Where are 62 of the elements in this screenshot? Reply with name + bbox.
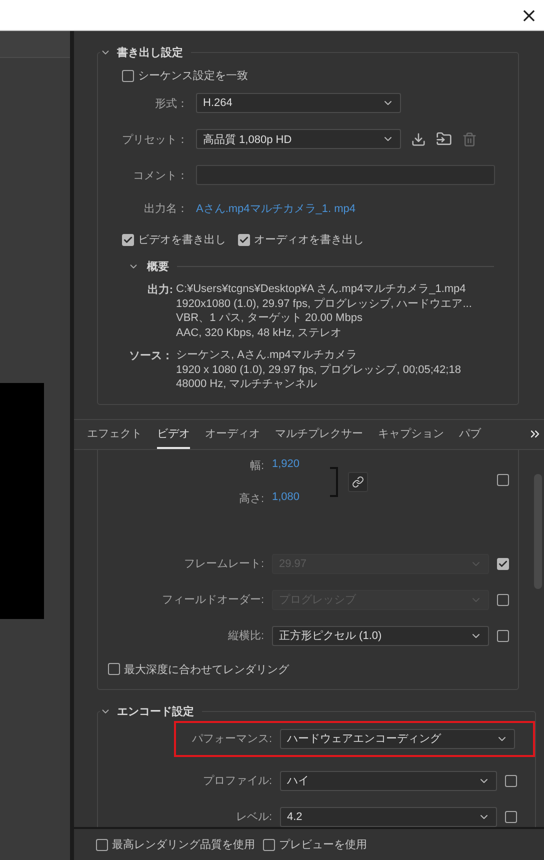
field-label: 高さ: [238,492,264,506]
checkbox[interactable] [505,810,517,822]
summary-text: C:¥Users¥tcgns¥Desktop¥A さん.mp4マルチカメラ_1.mp4 [176,282,467,296]
download-icon[interactable] [411,132,426,146]
width-value[interactable]: 1,920 [272,458,300,472]
field-label: 縦横比: [226,629,264,643]
field-label: パフォーマンス: [190,732,272,746]
checkbox[interactable] [122,234,134,246]
field-label: フレームレート: [182,557,264,571]
comment-field[interactable] [196,165,495,185]
summary-label: 出力: [146,282,173,298]
tab[interactable]: ビデオ [157,420,190,448]
summary-text: VBR、1 パス, ターゲット 20.00 Mbps [176,311,364,326]
section-title: 概要 [147,260,169,274]
close-button[interactable]: × [514,1,544,29]
field-label: 幅: [248,458,264,472]
summary-text: AAC, 320 Kbps, 48 kHz, ステレオ [176,326,343,340]
tab[interactable]: オーディオ [205,420,260,448]
checkbox[interactable] [497,630,509,642]
field-label: フィールドオーダー: [160,593,264,607]
summary-text: 48000 Hz, マルチチャンネル [176,377,318,392]
tab[interactable]: エフェクト [87,420,142,448]
dropdown[interactable]: ハイ [280,770,497,790]
summary-text: 1920 x 1080 (1.0), 29.97 fps, プログレッシブ, 00;05;42;18 [176,362,462,377]
summary-text: 1920x1080 (1.0), 29.97 fps, プログレッシブ, ハードウエア... [176,296,473,311]
checkbox[interactable] [108,663,120,675]
link-button[interactable] [348,472,368,492]
summary-label: ソース： [128,349,173,364]
checkbox-label: プレビューを使用 [279,838,367,852]
dropdown[interactable]: 4.2 [280,806,497,826]
dropdown[interactable]: ハードウェアエンコーディング [280,728,515,748]
field-label: プロファイル: [202,774,272,788]
checkbox-label: 最大深度に合わせてレンダリング [124,662,289,676]
checkbox-label: オーディオを書き出し [254,233,364,247]
output-name-link[interactable]: Aさん.mp4マルチカメラ_1. mp4 [196,203,356,215]
field-label: レベル: [234,810,272,824]
dropdown[interactable]: H.264 [196,93,401,113]
checkbox[interactable] [96,838,108,850]
field-label: プリセット： [121,132,188,146]
section-title: 書き出し設定 [117,46,183,60]
summary-text: シーケンス, Aさん.mp4マルチカメラ [176,348,358,362]
checkbox-label: 最高レンダリング品質を使用 [112,838,255,852]
link-icon [352,476,364,488]
folder-import-icon[interactable] [436,131,452,147]
section-title: エンコード設定 [117,704,194,718]
checkbox[interactable] [505,774,517,786]
tab[interactable]: マルチプレクサー [275,420,363,448]
checkbox[interactable] [497,474,509,486]
bracket-icon [330,466,338,496]
checkbox[interactable] [122,70,134,82]
tab[interactable]: パブ [459,420,481,448]
tab[interactable]: キャプション [378,420,444,448]
checkbox-label: シーケンス設定を一致 [138,68,248,83]
dropdown[interactable]: 正方形ピクセル (1.0) [272,626,489,646]
field-label: 形式： [154,96,188,110]
height-value[interactable]: 1,080 [272,490,300,506]
checkbox[interactable] [238,234,250,246]
field-label: コメント： [132,168,188,182]
field-label: 出力名： [143,202,188,216]
checkbox-label: ビデオを書き出し [138,233,226,247]
dropdown[interactable]: 高品質 1,080p HD [196,129,401,149]
checkbox[interactable] [263,838,275,850]
